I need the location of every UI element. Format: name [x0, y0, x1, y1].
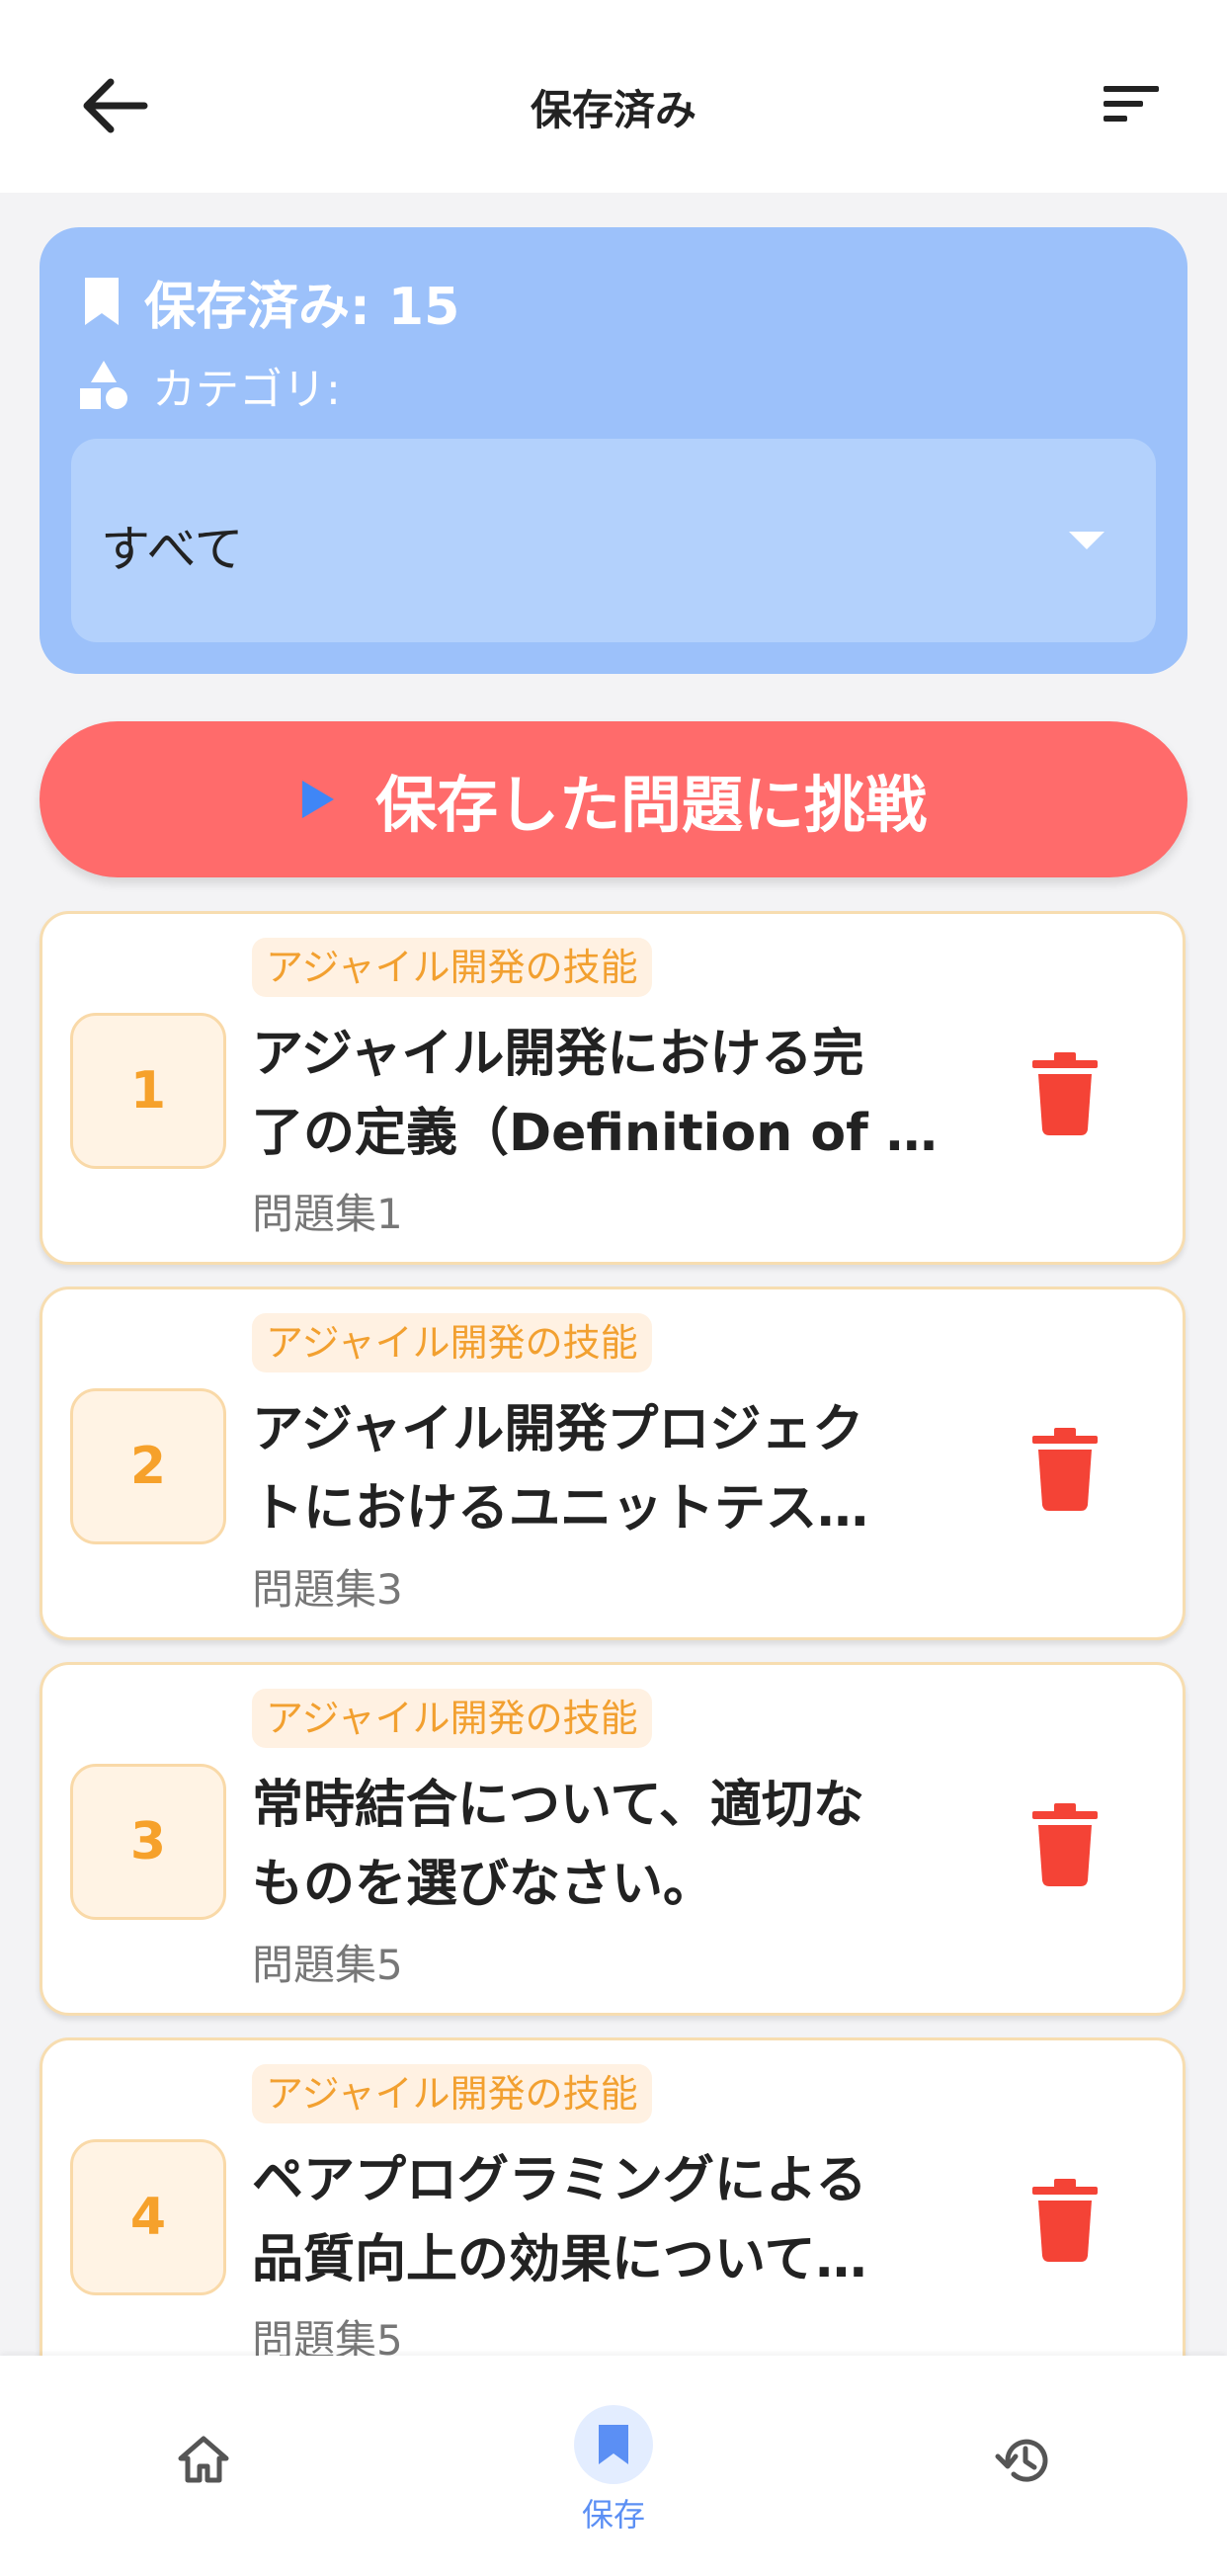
question-number: 4: [70, 2139, 226, 2295]
trash-icon[interactable]: [1030, 2179, 1100, 2262]
question-title: アジャイル開発プロジェク トにおけるユニットテス…: [252, 1400, 869, 1538]
question-card[interactable]: 4 アジャイル開発の技能 ペアプログラミングによる 品質向上の効果について… 問…: [40, 2037, 1186, 2391]
sort-button[interactable]: [1092, 69, 1171, 138]
question-card[interactable]: 1 アジャイル開発の技能 アジャイル開発における完 了の定義（Definitio…: [40, 911, 1186, 1265]
question-number: 1: [70, 1013, 226, 1169]
sort-icon: [1104, 86, 1159, 122]
trash-icon[interactable]: [1030, 1803, 1100, 1886]
trash-icon[interactable]: [1030, 1428, 1100, 1511]
saved-summary-card: 保存済み: 15 カテゴリ: すべて: [40, 227, 1187, 674]
play-icon: [301, 781, 334, 818]
question-card[interactable]: 2 アジャイル開発の技能 アジャイル開発プロジェク トにおけるユニットテス… 問…: [40, 1287, 1186, 1640]
question-set-name: 問題集1: [252, 1190, 403, 1238]
nav-saved-pill: [574, 2405, 653, 2484]
saved-count-label: 保存済み: 15: [144, 277, 460, 337]
category-tag: アジャイル開発の技能: [252, 2064, 652, 2123]
challenge-button-label: 保存した問題に挑戦: [374, 769, 927, 841]
question-title: 常時結合について、適切な ものを選びなさい。: [252, 1776, 864, 1914]
question-set-name: 問題集5: [252, 1941, 403, 1989]
page-title: 保存済み: [530, 86, 696, 134]
question-set-name: 問題集3: [252, 1565, 403, 1614]
category-tag: アジャイル開発の技能: [252, 1313, 652, 1372]
category-label: カテゴリ:: [152, 365, 341, 415]
question-number: 2: [70, 1388, 226, 1544]
nav-saved-label: 保存: [581, 2496, 645, 2534]
category-select[interactable]: すべて: [71, 439, 1156, 642]
history-icon: [995, 2439, 1048, 2482]
question-card[interactable]: 3 アジャイル開発の技能 常時結合について、適切な ものを選びなさい。 問題集5: [40, 1662, 1186, 2016]
saved-count-row: 保存済み: 15: [81, 267, 460, 337]
category-tag: アジャイル開発の技能: [252, 938, 652, 997]
category-row: カテゴリ:: [77, 356, 341, 415]
home-icon: [178, 2436, 229, 2483]
nav-history[interactable]: [984, 2356, 1063, 2576]
question-number: 3: [70, 1764, 226, 1920]
bookmark-icon: [599, 2425, 628, 2464]
category-tag: アジャイル開発の技能: [252, 1689, 652, 1748]
challenge-saved-button[interactable]: 保存した問題に挑戦: [40, 721, 1187, 877]
trash-icon[interactable]: [1030, 1052, 1100, 1135]
shapes-icon: [80, 361, 127, 409]
nav-saved[interactable]: 保存: [574, 2356, 653, 2576]
question-title: ペアプログラミングによる 品質向上の効果について…: [252, 2151, 867, 2289]
app-header: 保存済み: [0, 0, 1227, 193]
question-title: アジャイル開発における完 了の定義（Definition of …: [252, 1025, 938, 1163]
bookmark-icon: [85, 278, 119, 325]
nav-home[interactable]: [164, 2356, 243, 2576]
category-selected-value: すべて: [101, 521, 244, 578]
bottom-navigation: 保存: [0, 2356, 1227, 2576]
caret-down-icon: [1069, 532, 1104, 549]
